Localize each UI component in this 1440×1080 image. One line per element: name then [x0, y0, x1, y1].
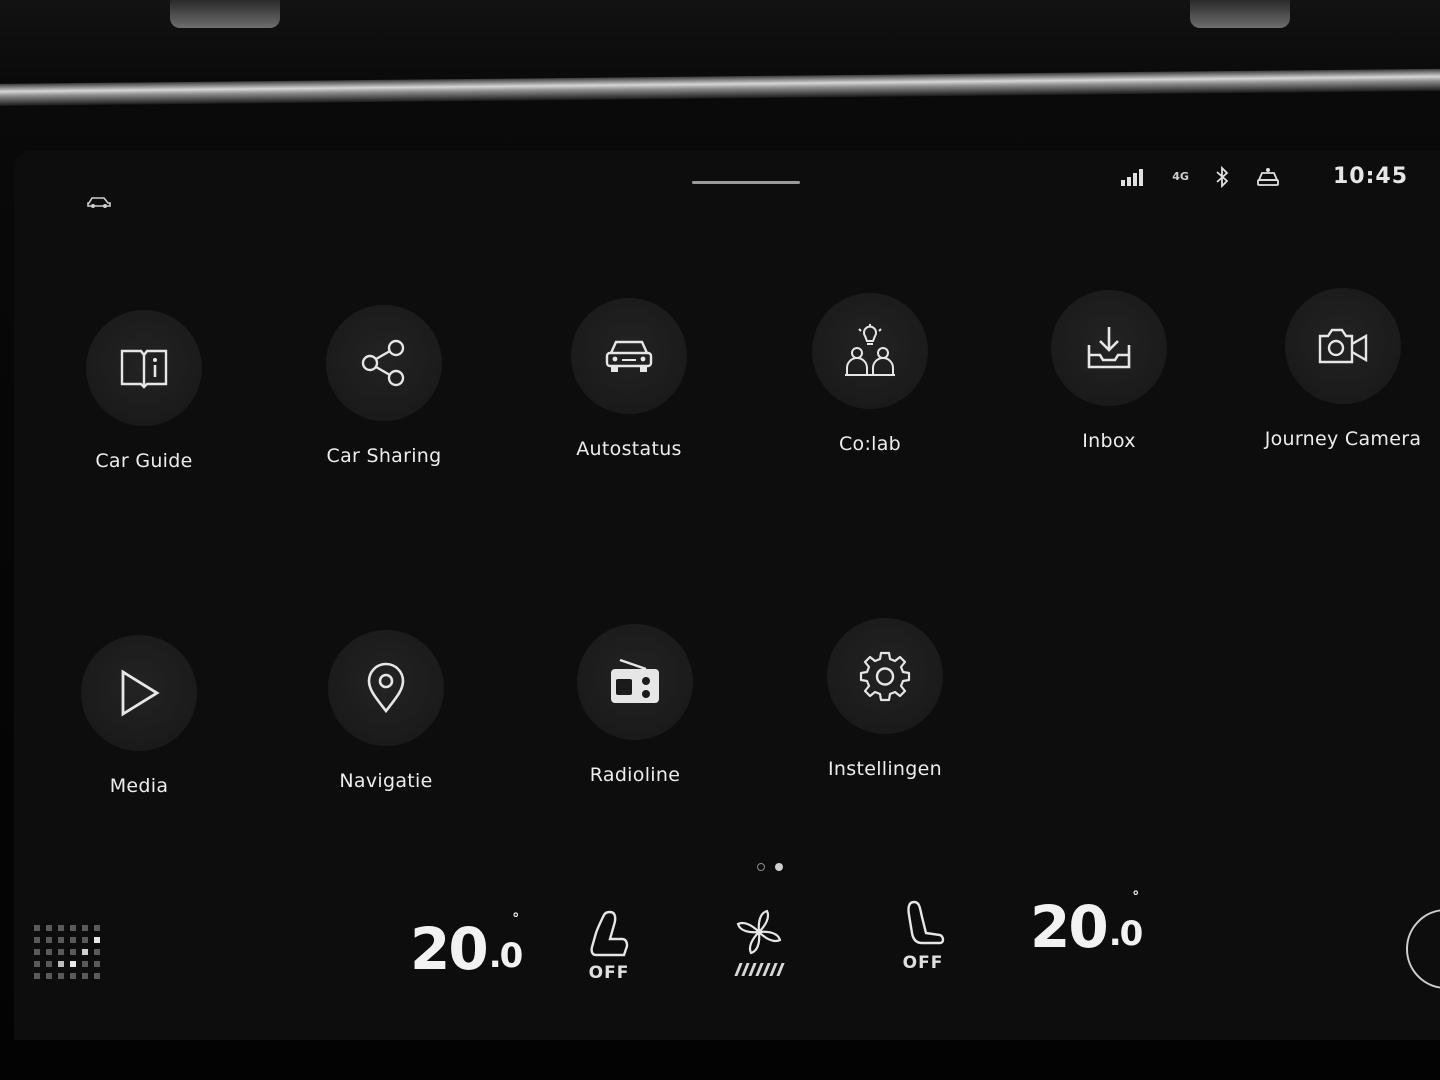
app-circle: [328, 630, 444, 746]
app-circle: [1285, 288, 1401, 404]
app-circle: [86, 310, 202, 426]
climate-bar: 20.0 ° OFF OFF 20.0 °: [14, 885, 1440, 1040]
share-icon: [361, 339, 405, 387]
app-label: Car Guide: [95, 450, 193, 472]
app-inbox[interactable]: Inbox: [1024, 290, 1194, 452]
left-seat-status: OFF: [588, 963, 630, 983]
app-circle: [812, 293, 928, 409]
right-temperature[interactable]: 20.0 °: [1030, 889, 1144, 961]
left-temp-decimal: .0: [488, 936, 524, 976]
app-label: Inbox: [1082, 430, 1136, 452]
app-radioline[interactable]: Radioline: [550, 624, 720, 786]
page-dot-1[interactable]: [757, 863, 765, 871]
app-circle: [81, 635, 197, 751]
app-label: Journey Camera: [1264, 428, 1422, 450]
camera-icon: [1318, 328, 1368, 364]
app-media[interactable]: Media: [54, 635, 224, 797]
dash-knob-left: [170, 0, 280, 28]
app-label: Car Sharing: [326, 445, 442, 467]
app-label: Media: [109, 775, 169, 797]
app-navigatie[interactable]: Navigatie: [301, 630, 471, 792]
fan-level-bars: [733, 963, 785, 976]
gear-icon: [859, 651, 911, 702]
seat-heating-icon: [590, 910, 629, 957]
right-seat-status: OFF: [902, 953, 944, 973]
dash-knob-right: [1190, 0, 1290, 28]
car-infotainment-scene: 4G 10:45 Car Guide Car Sharing Autostatu…: [0, 0, 1440, 1080]
inbox-download-icon: [1087, 327, 1131, 369]
fan-speed-control[interactable]: [733, 907, 785, 976]
radio-icon: [611, 658, 659, 703]
app-instellingen[interactable]: Instellingen: [800, 618, 970, 780]
book-icon: [120, 349, 168, 389]
user-profile-icon[interactable]: [1406, 909, 1440, 989]
page-dot-2-active[interactable]: [775, 863, 783, 871]
left-temp-whole: 20: [410, 915, 489, 983]
app-label: Co:lab: [838, 433, 902, 455]
app-car-sharing[interactable]: Car Sharing: [299, 305, 469, 467]
page-indicator: [752, 863, 788, 871]
left-seat-heating[interactable]: OFF: [586, 909, 632, 983]
right-temp-unit: °: [1132, 889, 1139, 905]
play-icon: [121, 669, 160, 717]
app-circle: [326, 305, 442, 421]
fan-icon: [736, 909, 782, 955]
app-label: Instellingen: [828, 758, 942, 780]
location-pin-icon: [367, 662, 405, 714]
fan-level-bar: [775, 963, 785, 976]
app-grid: Car Guide Car Sharing Autostatus Co:lab …: [14, 150, 1440, 870]
app-colab[interactable]: Co:lab: [785, 293, 955, 455]
left-temperature[interactable]: 20.0 °: [410, 911, 524, 983]
app-car-guide[interactable]: Car Guide: [59, 310, 229, 472]
app-circle: [571, 298, 687, 414]
app-grid-launcher-icon[interactable]: [32, 923, 112, 1003]
app-label: Autostatus: [576, 438, 682, 460]
app-circle: [577, 624, 693, 740]
right-temp-whole: 20: [1030, 893, 1109, 961]
app-label: Navigatie: [339, 770, 433, 792]
left-temp-unit: °: [512, 911, 519, 927]
right-temp-decimal: .0: [1108, 914, 1144, 954]
app-autostatus[interactable]: Autostatus: [544, 298, 714, 460]
car-front-icon: [605, 340, 653, 372]
seat-heating-icon: [907, 900, 945, 945]
right-seat-heating[interactable]: OFF: [900, 899, 946, 973]
app-circle: [1051, 290, 1167, 406]
app-journey-camera[interactable]: Journey Camera: [1258, 288, 1428, 450]
people-idea-icon: [845, 324, 895, 376]
app-circle: [827, 618, 943, 734]
app-label: Radioline: [589, 764, 681, 786]
infotainment-display: 4G 10:45 Car Guide Car Sharing Autostatu…: [14, 150, 1440, 1040]
